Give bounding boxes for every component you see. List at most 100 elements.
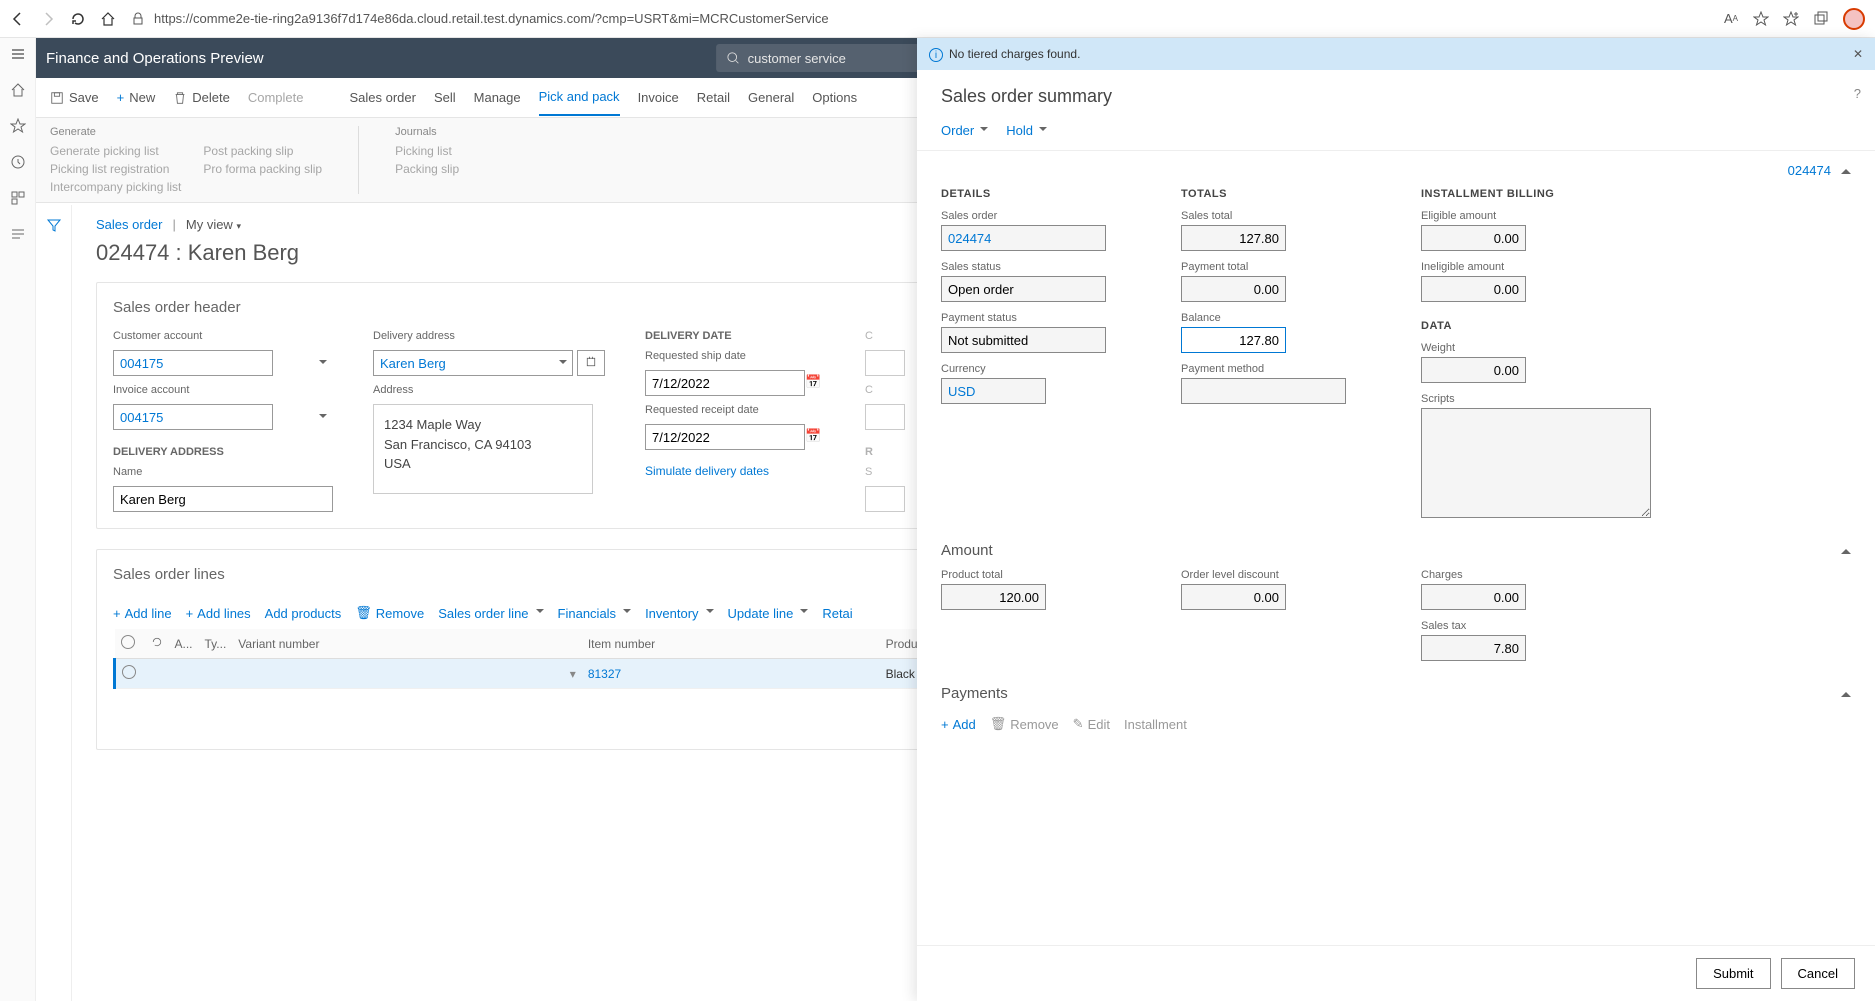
payment-add-button[interactable]: + Add [941,717,976,732]
refresh-icon[interactable] [70,11,86,27]
left-rail [0,38,36,1001]
profile-avatar[interactable] [1843,8,1865,30]
cancel-button[interactable]: Cancel [1781,958,1855,989]
tab-general[interactable]: General [748,80,794,115]
sales-order-field[interactable] [941,225,1106,251]
generate-title: Generate [50,126,322,138]
intercompany-picking-list[interactable]: Intercompany picking list [50,180,181,194]
journals-title: Journals [395,126,459,138]
payment-remove-button[interactable]: 🗑 Remove [990,716,1059,732]
order-discount-field [1181,584,1286,610]
calendar-icon[interactable]: 📅 [805,428,821,444]
app-title: Finance and Operations Preview [46,50,264,67]
close-icon[interactable]: ✕ [1853,47,1863,61]
order-action[interactable]: Order [941,123,988,138]
collections-icon[interactable] [1813,11,1829,27]
text-size-icon[interactable]: AA [1723,11,1739,27]
rail-home-icon[interactable] [10,82,26,98]
customer-account-field[interactable] [113,350,273,376]
help-icon[interactable]: ? [1854,86,1861,101]
update-line-menu[interactable]: Update line [728,606,809,621]
tab-pick-and-pack[interactable]: Pick and pack [539,79,620,116]
add-lines-button[interactable]: + Add lines [186,606,251,621]
refresh-icon[interactable] [151,636,163,648]
new-button[interactable]: +New [117,90,156,105]
star-icon[interactable] [1753,11,1769,27]
item-number-cell[interactable]: 81327 [582,659,880,689]
tab-sales-order[interactable]: Sales order [349,80,415,115]
forward-icon[interactable] [40,11,56,27]
filter-icon[interactable] [46,217,62,233]
submit-button[interactable]: Submit [1696,958,1770,989]
save-button[interactable]: Save [50,90,99,105]
rail-recent-icon[interactable] [10,154,26,170]
rail-modules-icon[interactable] [10,226,26,242]
simulate-delivery-link[interactable]: Simulate delivery dates [645,464,825,478]
balance-field[interactable] [1181,327,1286,353]
crumb-sales-order[interactable]: Sales order [96,217,162,232]
lock-icon [130,11,146,27]
requested-receipt-date[interactable] [645,424,805,450]
sales-tax-field [1421,635,1526,661]
packing-slip-link[interactable]: Packing slip [395,162,459,176]
sales-order-line-menu[interactable]: Sales order line [438,606,543,621]
hamburger-icon[interactable] [10,46,26,62]
post-packing-slip[interactable]: Post packing slip [203,144,322,158]
payment-edit-button[interactable]: ✎ Edit [1073,716,1110,732]
favorites-icon[interactable] [1783,11,1799,27]
inventory-menu[interactable]: Inventory [645,606,713,621]
picking-list-registration[interactable]: Picking list registration [50,162,181,176]
info-bar: iNo tiered charges found. ✕ [917,38,1875,70]
retail-menu[interactable]: Retai [822,606,852,621]
name-field[interactable] [113,486,333,512]
tab-options[interactable]: Options [812,80,857,115]
delete-button[interactable]: Delete [173,90,230,105]
tab-retail[interactable]: Retail [697,80,730,115]
pro-forma-packing-slip[interactable]: Pro forma packing slip [203,162,322,176]
rail-workspace-icon[interactable] [10,190,26,206]
product-total-field [941,584,1046,610]
delivery-address-field[interactable] [373,350,573,376]
rail-star-icon[interactable] [10,118,26,134]
tab-invoice[interactable]: Invoice [638,80,679,115]
financials-menu[interactable]: Financials [558,606,632,621]
back-icon[interactable] [10,11,26,27]
collapse-icon[interactable] [1841,687,1851,697]
scripts-field[interactable] [1421,408,1651,518]
info-icon: i [929,48,943,62]
tab-sell[interactable]: Sell [434,80,456,115]
picking-list-link[interactable]: Picking list [395,144,459,158]
currency-field[interactable] [941,378,1046,404]
sales-status-field [941,276,1106,302]
amount-title: Amount [941,542,993,559]
hold-action[interactable]: Hold [1006,123,1047,138]
address-box: 1234 Maple Way San Francisco, CA 94103 U… [373,404,593,494]
collapse-icon[interactable] [1841,164,1851,174]
invoice-account-field[interactable] [113,404,273,430]
eligible-field [1421,225,1526,251]
requested-ship-date[interactable] [645,370,805,396]
collapse-icon[interactable] [1841,544,1851,554]
weight-field [1421,357,1526,383]
complete-button[interactable]: Complete [248,90,304,105]
remove-line-button[interactable]: 🗑 Remove [355,605,424,621]
payment-installment-button[interactable]: Installment [1124,717,1187,732]
generate-picking-list[interactable]: Generate picking list [50,144,181,158]
order-number[interactable]: 024474 [1788,163,1831,178]
home-icon[interactable] [100,11,116,27]
address-lookup-button[interactable] [577,350,605,376]
crumb-myview[interactable]: My view ▾ [186,217,241,232]
row-select[interactable] [122,665,136,679]
charges-field [1421,584,1526,610]
url-text[interactable]: https://comme2e-tie-ring2a9136f7d174e86d… [154,11,829,26]
filter-column [36,205,72,1001]
add-products-button[interactable]: Add products [265,606,342,621]
select-all[interactable] [121,635,135,649]
calendar-icon[interactable]: 📅 [805,374,821,390]
add-line-button[interactable]: + Add line [113,606,172,621]
ineligible-field [1421,276,1526,302]
browser-chrome: https://comme2e-tie-ring2a9136f7d174e86d… [0,0,1875,38]
tab-manage[interactable]: Manage [474,80,521,115]
payment-status-field [941,327,1106,353]
summary-panel: iNo tiered charges found. ✕ Sales order … [917,38,1875,1001]
